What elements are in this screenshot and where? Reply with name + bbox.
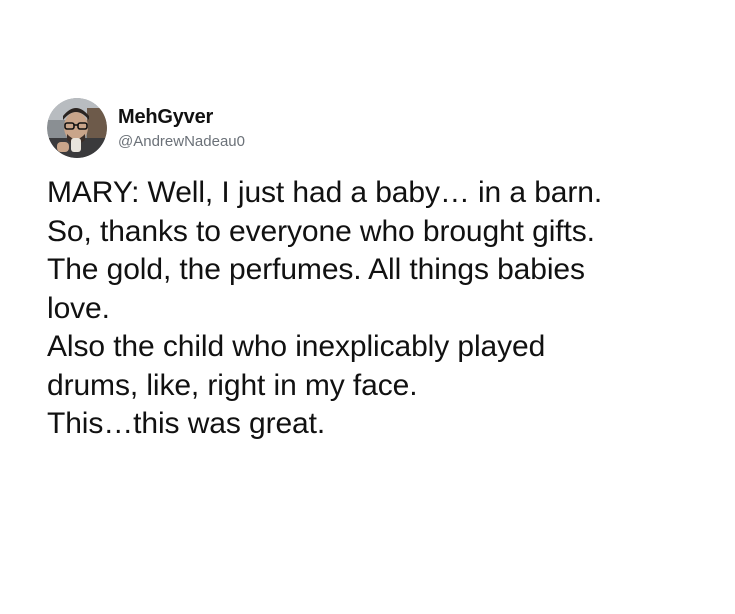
user-handle[interactable]: @AndrewNadeau0 bbox=[118, 132, 245, 152]
tweet-text-line: So, thanks to everyone who brought gifts… bbox=[47, 214, 595, 248]
display-name[interactable]: MehGyver bbox=[118, 105, 245, 129]
tweet-text-line: drums, like, right in my face. bbox=[47, 368, 418, 402]
tweet-text-line: MARY: Well, I just had a baby… in a barn… bbox=[47, 176, 603, 209]
profile-photo-icon bbox=[47, 98, 107, 158]
tweet-text: MARY: Well, I just had a baby… in a barn… bbox=[47, 174, 707, 444]
tweet-text-line: The gold, the perfumes. All things babie… bbox=[47, 253, 585, 286]
avatar[interactable] bbox=[47, 98, 107, 158]
tweet-header: MehGyver @AndrewNadeau0 bbox=[47, 98, 245, 158]
tweet-text-line: This…this was great. bbox=[47, 407, 326, 440]
author-names: MehGyver @AndrewNadeau0 bbox=[118, 105, 245, 152]
tweet-card: MehGyver @AndrewNadeau0 MARY: Well, I ju… bbox=[0, 0, 735, 614]
tweet-text-line: love. bbox=[47, 291, 110, 325]
tweet-text-line: Also the child who inexplicably played bbox=[47, 330, 546, 363]
